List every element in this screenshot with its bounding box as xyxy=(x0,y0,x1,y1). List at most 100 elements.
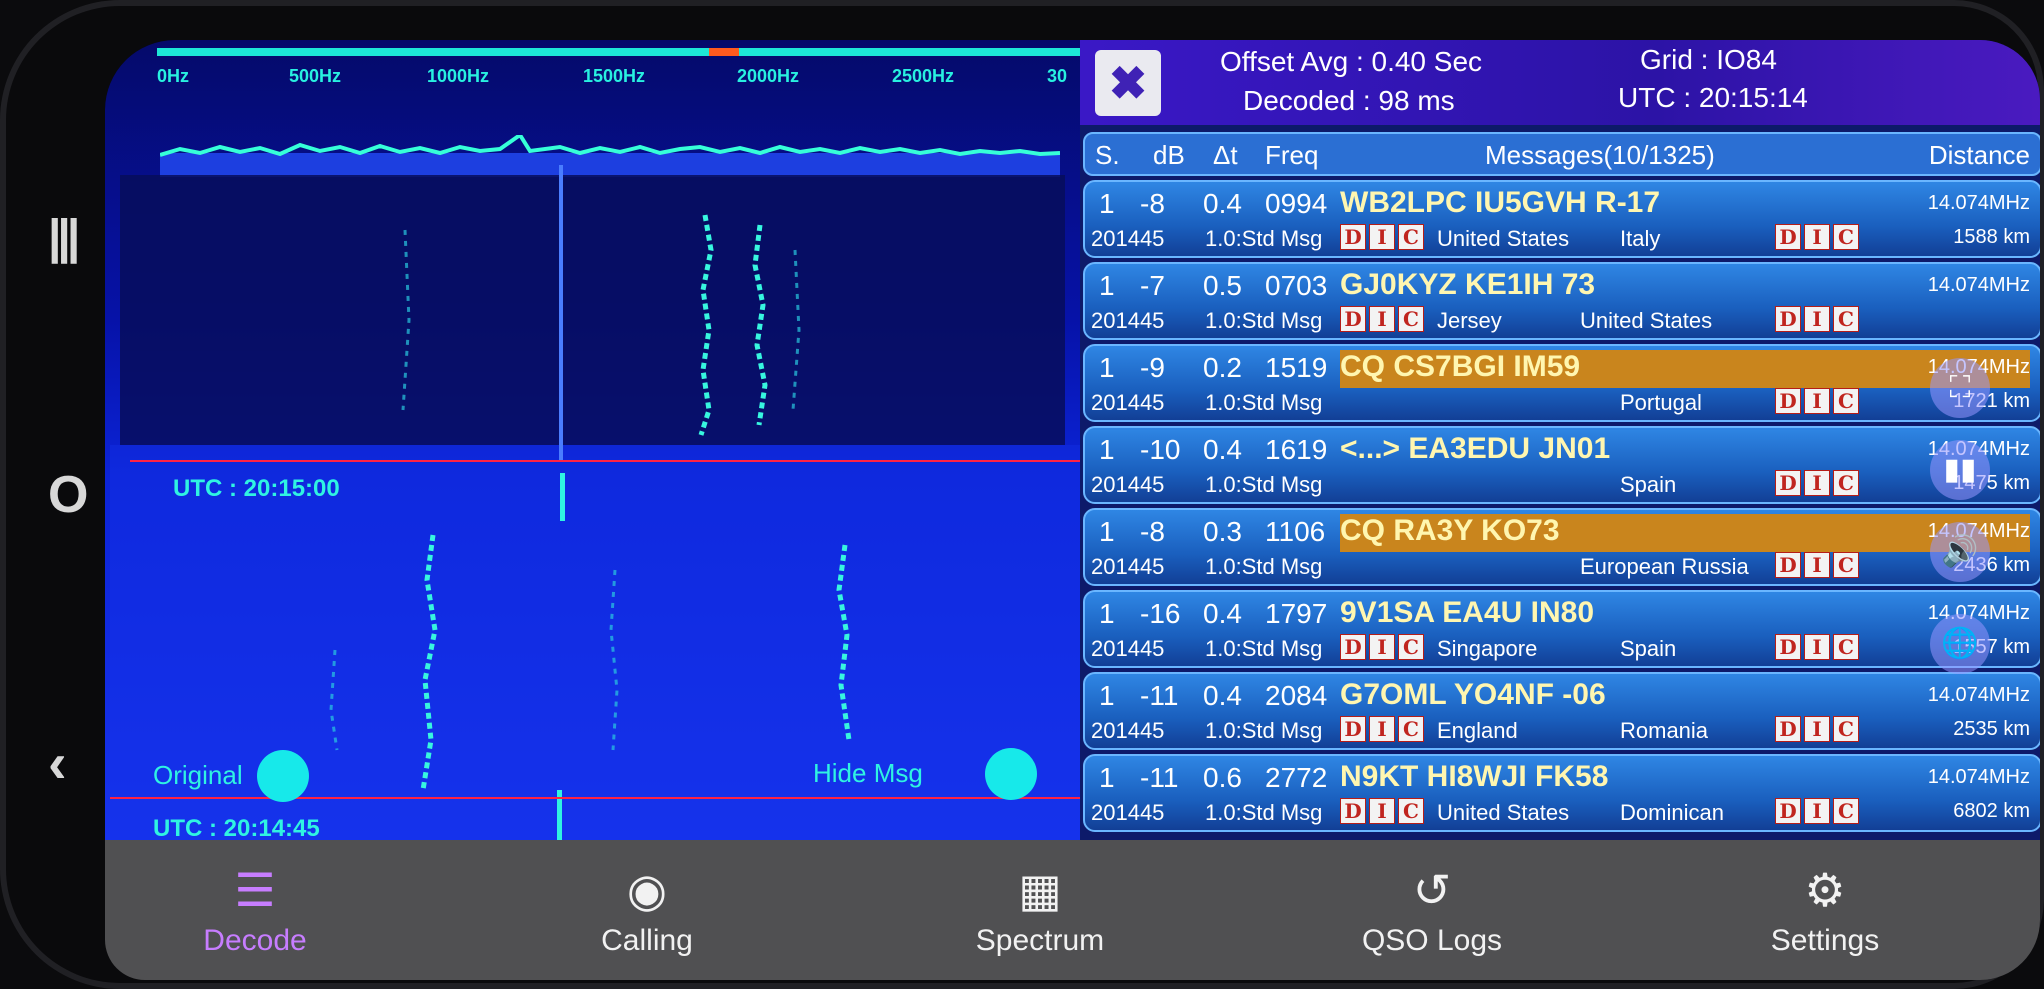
dic-badge[interactable]: I xyxy=(1804,388,1830,414)
clear-trash-button[interactable]: ✖ xyxy=(1095,50,1161,116)
dic-badge[interactable]: D xyxy=(1340,224,1366,250)
dic-badge[interactable]: C xyxy=(1833,552,1859,578)
dic-badge[interactable]: C xyxy=(1398,224,1424,250)
message-row[interactable]: 1 -8 0.4 0994 WB2LPC IU5GVH R-17 14.074MHz 201… xyxy=(1083,180,2040,258)
row-frequency: 1106 xyxy=(1265,516,1326,547)
dic-badge[interactable]: I xyxy=(1804,470,1830,496)
dic-badge[interactable]: C xyxy=(1833,798,1859,824)
message-row[interactable]: 1 -11 0.4 2084 G7OML YO4NF -06 14.074MHz 20144… xyxy=(1083,672,2040,750)
dic-badge[interactable]: D xyxy=(1775,224,1801,250)
dic-badge[interactable]: C xyxy=(1833,634,1859,660)
to-dic-badges[interactable]: DIC xyxy=(1775,798,1859,824)
dic-badge[interactable]: I xyxy=(1369,634,1395,660)
android-softkeys: ||| O ‹ xyxy=(0,0,105,989)
nav-decode[interactable]: ☰ Decode xyxy=(105,862,405,958)
dic-badge[interactable]: I xyxy=(1804,224,1830,250)
dic-badge[interactable]: C xyxy=(1398,798,1424,824)
dic-badge[interactable]: D xyxy=(1775,716,1801,742)
col-messages: Messages(10/1325) xyxy=(1485,140,1715,170)
to-dic-badges[interactable]: DIC xyxy=(1775,224,1859,250)
dic-badge[interactable]: D xyxy=(1775,634,1801,660)
column-header: S. dB Δt Freq Messages(10/1325) Distance xyxy=(1083,132,2040,176)
dic-badge[interactable]: D xyxy=(1340,634,1366,660)
utc-period-label: UTC : 20:14:45 xyxy=(153,815,320,842)
dic-badge[interactable]: I xyxy=(1369,224,1395,250)
row-from-country: United States xyxy=(1437,800,1570,825)
dic-badge[interactable]: D xyxy=(1340,716,1366,742)
message-row[interactable]: 1-100.41619<...> EA3EDU JN0114.074MHz201… xyxy=(1083,426,2040,504)
dic-badge[interactable]: I xyxy=(1369,716,1395,742)
dic-badge[interactable]: D xyxy=(1775,306,1801,332)
message-row[interactable]: 1 -16 0.4 1797 9V1SA EA4U IN80 14.074MHz 20144… xyxy=(1083,590,2040,668)
row-message: N9KT HI8WJI FK58 xyxy=(1340,760,1609,793)
message-row[interactable]: 1-80.31106CQ RA3Y KO7314.074MHz2014451.0… xyxy=(1083,508,2040,586)
dic-badge[interactable]: I xyxy=(1804,552,1830,578)
dic-badge[interactable]: C xyxy=(1398,306,1424,332)
waterfall-display[interactable]: 0Hz 500Hz 1000Hz 1500Hz 2000Hz 2500Hz 30 xyxy=(105,40,1107,842)
hide-msg-toggle[interactable] xyxy=(985,748,1037,800)
row-sequence: 1 xyxy=(1099,270,1115,301)
to-dic-badges[interactable]: DIC xyxy=(1775,716,1859,742)
map-button[interactable]: 🌐 xyxy=(1930,614,1990,674)
from-dic-badges[interactable]: DIC xyxy=(1340,224,1424,250)
dic-badge[interactable]: C xyxy=(1833,470,1859,496)
dic-badge[interactable]: D xyxy=(1775,798,1801,824)
gear-icon: ⚙ xyxy=(1804,864,1846,916)
dic-badge[interactable]: I xyxy=(1804,306,1830,332)
globe-icon: 🌐 xyxy=(1941,627,1979,660)
recents-button[interactable]: ||| xyxy=(48,210,80,265)
dic-badge[interactable]: D xyxy=(1340,306,1366,332)
back-button[interactable]: ‹ xyxy=(48,730,67,795)
bottom-navigation: ☰ Decode ◉ Calling ▦ Spectrum ↺ QSO Logs… xyxy=(105,840,2040,980)
to-dic-badges[interactable]: DIC xyxy=(1775,470,1859,496)
row-to-country: Spain xyxy=(1620,636,1677,661)
dic-badge[interactable]: C xyxy=(1833,224,1859,250)
nav-spectrum[interactable]: ▦ Spectrum xyxy=(890,862,1190,958)
dic-badge[interactable]: C xyxy=(1833,306,1859,332)
from-dic-badges[interactable]: DIC xyxy=(1340,634,1424,660)
dic-badge[interactable]: I xyxy=(1804,634,1830,660)
to-dic-badges[interactable]: DIC xyxy=(1775,388,1859,414)
nav-calling[interactable]: ◉ Calling xyxy=(497,862,797,958)
fullscreen-button[interactable]: ⛶ xyxy=(1930,358,1990,418)
dic-badge[interactable]: C xyxy=(1398,716,1424,742)
message-row[interactable]: 1-90.21519CQ CS7BGI IM5914.074MHz2014451… xyxy=(1083,344,2040,422)
home-button[interactable]: O xyxy=(48,465,88,525)
frequency-scale[interactable]: 0Hz 500Hz 1000Hz 1500Hz 2000Hz 2500Hz 30 xyxy=(157,40,1107,90)
to-dic-badges[interactable]: DIC xyxy=(1775,306,1859,332)
dic-badge[interactable]: D xyxy=(1340,798,1366,824)
row-from-country: Singapore xyxy=(1437,636,1538,661)
sound-button[interactable]: 🔊 xyxy=(1930,522,1990,582)
from-dic-badges[interactable]: DIC xyxy=(1340,716,1424,742)
row-to-country: Spain xyxy=(1620,472,1677,497)
dic-badge[interactable]: I xyxy=(1804,716,1830,742)
message-row[interactable]: 1 -7 0.5 0703 GJ0KYZ KE1IH 73 14.074MHz 201445… xyxy=(1083,262,2040,340)
tx-frequency-marker[interactable] xyxy=(709,48,739,56)
row-sequence: 1 xyxy=(1099,434,1115,465)
dic-badge[interactable]: D xyxy=(1775,470,1801,496)
row-delta-time: 0.4 xyxy=(1203,434,1242,465)
row-to-country: Romania xyxy=(1620,718,1709,743)
dic-badge[interactable]: D xyxy=(1775,552,1801,578)
dic-badge[interactable]: D xyxy=(1775,388,1801,414)
from-dic-badges[interactable]: DIC xyxy=(1340,798,1424,824)
dic-badge[interactable]: I xyxy=(1369,798,1395,824)
dic-badge[interactable]: C xyxy=(1833,716,1859,742)
to-dic-badges[interactable]: DIC xyxy=(1775,634,1859,660)
original-toggle[interactable] xyxy=(257,750,309,802)
row-mode: 1.0:Std Msg xyxy=(1205,554,1323,579)
dic-badge[interactable]: C xyxy=(1833,388,1859,414)
nav-qso-logs[interactable]: ↺ QSO Logs xyxy=(1282,862,1582,958)
freq-tick: 2500Hz xyxy=(892,66,955,86)
dic-badge[interactable]: I xyxy=(1369,306,1395,332)
from-dic-badges[interactable]: DIC xyxy=(1340,306,1424,332)
nav-settings[interactable]: ⚙ Settings xyxy=(1675,862,1975,958)
to-dic-badges[interactable]: DIC xyxy=(1775,552,1859,578)
utc-period-label: UTC : 20:15:00 xyxy=(173,475,340,502)
levels-button[interactable]: ▮▮ xyxy=(1930,440,1990,500)
dic-badge[interactable]: I xyxy=(1804,798,1830,824)
hide-msg-label: Hide Msg xyxy=(813,758,923,788)
message-row[interactable]: 1 -11 0.6 2772 N9KT HI8WJI FK58 14.074MHz 2014… xyxy=(1083,754,2040,832)
dic-badge[interactable]: C xyxy=(1398,634,1424,660)
row-from-country: England xyxy=(1437,718,1518,743)
